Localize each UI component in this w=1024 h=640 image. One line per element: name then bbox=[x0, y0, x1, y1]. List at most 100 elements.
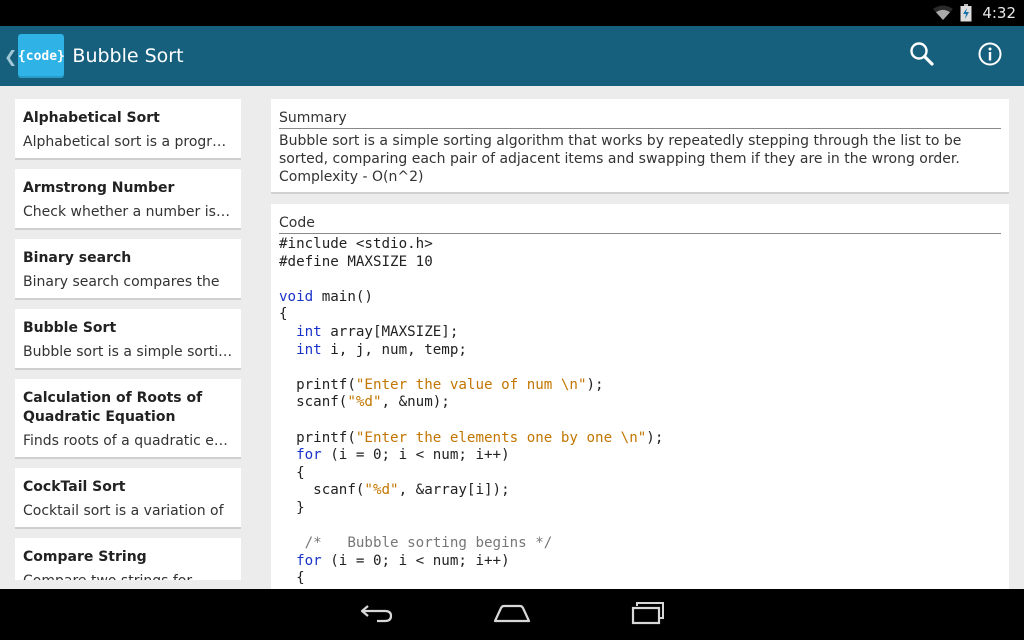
code-text: { bbox=[279, 570, 305, 587]
list-item-title: Bubble Sort bbox=[23, 320, 117, 336]
summary-header: Summary bbox=[279, 109, 1001, 129]
list-item-description: Check whether a number is an bbox=[23, 204, 233, 220]
code-keyword: for bbox=[296, 447, 322, 464]
code-line: { bbox=[279, 465, 1001, 483]
wifi-icon bbox=[932, 5, 954, 21]
search-button[interactable] bbox=[888, 26, 956, 86]
home-button[interactable] bbox=[444, 589, 580, 640]
list-item-title: Calculation of Roots of Quadratic Equati… bbox=[23, 390, 203, 425]
code-line: printf("Enter the value of num \n"); bbox=[279, 377, 1001, 395]
list-item[interactable]: Binary search Binary search compares the bbox=[15, 239, 241, 300]
code-line: { bbox=[279, 306, 1001, 324]
info-button[interactable] bbox=[956, 26, 1024, 86]
back-button[interactable] bbox=[308, 589, 444, 640]
list-item-description: Compare two strings for bbox=[23, 572, 233, 580]
list-item[interactable]: Armstrong Number Check whether a number i… bbox=[15, 169, 241, 230]
list-item[interactable]: Compare String Compare two strings for bbox=[15, 538, 241, 580]
code-text: main() bbox=[313, 288, 373, 305]
status-time: 4:32 bbox=[982, 4, 1016, 22]
chevron-left-icon: ❮ bbox=[4, 46, 18, 66]
action-bar: ❮ {code} Bubble Sort bbox=[0, 26, 1024, 86]
list-item[interactable]: Alphabetical Sort Alphabetical sort is a … bbox=[15, 99, 241, 160]
list-item-description: Binary search compares the bbox=[23, 274, 220, 290]
list-item[interactable]: Bubble Sort Bubble sort is a simple sorti… bbox=[15, 309, 241, 370]
code-comment: /* Bubble sorting begins */ bbox=[279, 535, 553, 552]
code-text: #include <stdio.h> bbox=[279, 236, 433, 252]
code-text: , &array[i]); bbox=[398, 482, 510, 499]
code-text: printf( bbox=[279, 429, 356, 446]
list-item-title: Alphabetical Sort bbox=[23, 110, 160, 126]
code-line: scanf("%d", &array[i]); bbox=[279, 482, 1001, 500]
list-item[interactable]: CockTail Sort Cocktail sort is a variatio… bbox=[15, 468, 241, 529]
code-text: { bbox=[279, 306, 288, 323]
action-icons bbox=[888, 26, 1024, 86]
content-area: Alphabetical Sort Alphabetical sort is a … bbox=[0, 86, 1024, 589]
code-line: void main() bbox=[279, 289, 1001, 307]
code-line: /* Bubble sorting begins */ bbox=[279, 535, 1001, 553]
code-string: "Enter the elements one by one \n" bbox=[355, 429, 647, 446]
algorithm-list[interactable]: Alphabetical Sort Alphabetical sort is a … bbox=[15, 99, 241, 580]
code-line: printf("Enter the elements one by one \n… bbox=[279, 430, 1001, 448]
code-line: scanf("%d", &num); bbox=[279, 394, 1001, 412]
list-item-title: Binary search bbox=[23, 250, 132, 266]
page-title: Bubble Sort bbox=[72, 45, 184, 67]
code-line: for (i = 0; i < num; i++) bbox=[279, 447, 1001, 465]
list-item[interactable]: Calculation of Roots of Quadratic Equati… bbox=[15, 379, 241, 459]
list-item-title: CockTail Sort bbox=[23, 479, 126, 495]
code-text: array[MAXSIZE]; bbox=[321, 323, 459, 340]
code-text: #define MAXSIZE 10 bbox=[279, 253, 433, 270]
app-logo: {code} bbox=[18, 34, 65, 78]
code-line: for (i = 0; i < num; i++) bbox=[279, 553, 1001, 571]
code-line: int array[MAXSIZE]; bbox=[279, 324, 1001, 342]
recent-apps-icon bbox=[630, 601, 666, 629]
code-text: (i = 0; i < num; i++) bbox=[321, 552, 510, 569]
code-header: Code bbox=[279, 214, 1001, 234]
recent-apps-button[interactable] bbox=[580, 589, 716, 640]
list-item-description: Alphabetical sort is a program bbox=[23, 134, 233, 150]
code-text: { bbox=[279, 464, 305, 481]
code-text: ); bbox=[586, 376, 604, 393]
code-card: Code #include <stdio.h> #define MAXSIZE 1… bbox=[271, 204, 1009, 589]
list-item-title: Compare String bbox=[23, 549, 147, 565]
list-item-description: Cocktail sort is a variation of bbox=[23, 503, 224, 519]
home-icon bbox=[492, 602, 532, 628]
code-string: "%d" bbox=[347, 394, 382, 411]
code-line: int i, j, num, temp; bbox=[279, 342, 1001, 360]
code-keyword: int bbox=[296, 341, 322, 358]
code-text: scanf( bbox=[279, 394, 348, 411]
list-item-description: Finds roots of a quadratic equation bbox=[23, 433, 233, 449]
code-string: "%d" bbox=[364, 482, 399, 499]
status-bar: 4:32 bbox=[0, 0, 1024, 26]
code-text: , &num); bbox=[381, 394, 450, 411]
list-item-description: Bubble sort is a simple sorting bbox=[23, 344, 233, 360]
code-line: #define MAXSIZE 10 bbox=[279, 254, 1001, 272]
search-icon bbox=[908, 40, 936, 72]
code-text: i, j, num, temp; bbox=[321, 341, 467, 358]
code-text: } bbox=[279, 499, 305, 516]
info-icon bbox=[977, 41, 1003, 71]
code-text: scanf( bbox=[279, 482, 365, 499]
summary-text: Bubble sort is a simple sorting algorith… bbox=[279, 133, 962, 167]
code-block: #include <stdio.h> #define MAXSIZE 10 voi… bbox=[279, 236, 1001, 588]
code-text: (i = 0; i < num; i++) bbox=[321, 447, 510, 464]
battery-icon bbox=[960, 4, 972, 22]
code-keyword: for bbox=[296, 552, 322, 569]
code-line: #include <stdio.h> bbox=[279, 236, 1001, 254]
complexity-text: Complexity - O(n^2) bbox=[279, 169, 424, 185]
summary-card: Summary Bubble sort is a simple sorting … bbox=[271, 99, 1009, 194]
back-icon bbox=[358, 602, 394, 628]
code-string: "Enter the value of num \n" bbox=[355, 376, 587, 393]
code-line: { bbox=[279, 570, 1001, 588]
code-keyword: int bbox=[296, 323, 322, 340]
up-navigation[interactable]: ❮ {code} bbox=[0, 26, 65, 86]
code-line: } bbox=[279, 500, 1001, 518]
code-text: printf( bbox=[279, 376, 356, 393]
